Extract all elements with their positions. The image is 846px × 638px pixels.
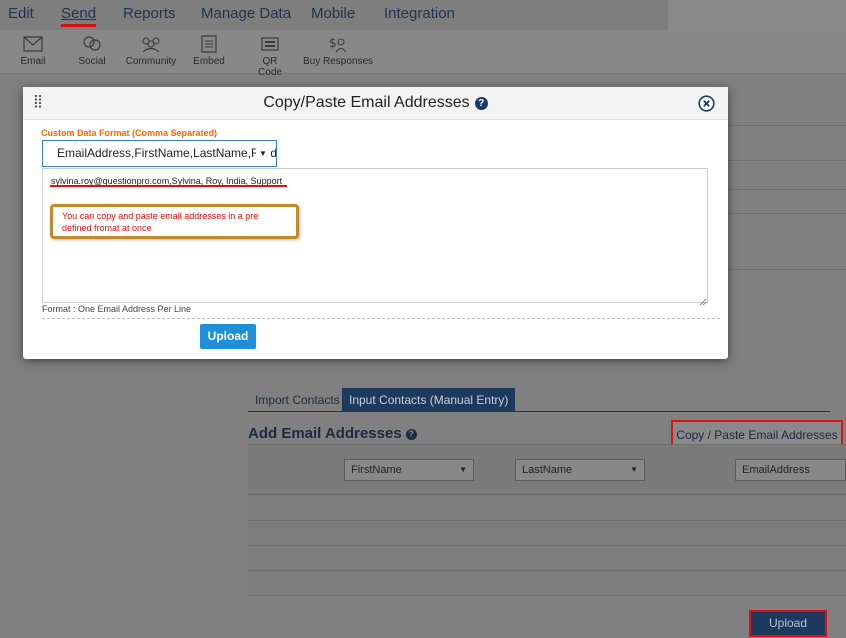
send-subnav: Email Social Community Embed QR Code $ B… [0, 30, 846, 78]
column-select-lastname-value: LastName [522, 464, 573, 476]
subnav-social[interactable]: Social [74, 34, 110, 67]
divider [728, 125, 846, 126]
subnav-qr-code-label: QR Code [258, 56, 282, 78]
resize-handle-icon[interactable] [699, 293, 707, 306]
subnav-embed[interactable]: Embed [193, 34, 225, 67]
subnav-social-label: Social [78, 56, 106, 67]
subnav-buy-responses-label: Buy Responses [302, 56, 374, 67]
subnav-email-label: Email [20, 56, 46, 67]
nav-send[interactable]: Send [61, 5, 97, 27]
help-icon[interactable]: ? [405, 428, 417, 440]
column-select-lastname[interactable]: LastName ▼ [515, 459, 645, 481]
column-select-emailaddress[interactable]: EmailAddress [735, 459, 846, 481]
column-select-firstname-value: FirstName [351, 464, 402, 476]
email-entry-grid: FirstName ▼ LastName ▼ EmailAddress [248, 444, 846, 596]
divider [728, 189, 846, 190]
subnav-buy-responses[interactable]: $ Buy Responses [302, 34, 374, 67]
envelope-icon [22, 34, 44, 54]
subnav-qr-code[interactable]: QR Code [250, 34, 290, 78]
chevron-down-icon: ▼ [630, 465, 638, 474]
nav-mobile[interactable]: Mobile [311, 5, 355, 22]
table-row[interactable] [248, 521, 846, 546]
svg-text:$: $ [329, 36, 337, 50]
social-icon [81, 34, 103, 54]
custom-data-format-value: EmailAddress,FirstName,LastName,Field [57, 146, 277, 160]
add-email-addresses-title: Add Email Addresses? [248, 425, 417, 442]
column-select-emailaddress-value: EmailAddress [742, 464, 810, 476]
modal-title: Copy/Paste Email Addresses? [23, 94, 728, 112]
grid-header: FirstName ▼ LastName ▼ EmailAddress [248, 445, 846, 495]
format-hint: Format : One Email Address Per Line [42, 304, 192, 314]
modal-upload-button[interactable]: Upload [200, 324, 256, 349]
close-icon[interactable] [698, 95, 715, 112]
nav-reports[interactable]: Reports [123, 5, 176, 22]
modal-title-text: Copy/Paste Email Addresses [263, 94, 470, 111]
chevron-down-icon: ▼ [256, 141, 270, 166]
nav-integration[interactable]: Integration [384, 5, 455, 22]
help-icon[interactable]: ? [474, 97, 488, 110]
copy-paste-modal: Copy/Paste Email Addresses? Custom Data … [23, 87, 728, 359]
contact-tabs: Import Contacts Input Contacts (Manual E… [248, 386, 830, 412]
embed-icon [198, 34, 220, 54]
tab-import-contacts[interactable]: Import Contacts [248, 388, 347, 412]
table-row[interactable] [248, 571, 846, 596]
top-navigation: Edit Send Reports Manage Data Mobile Int… [0, 0, 846, 30]
modal-header: Copy/Paste Email Addresses? [23, 87, 728, 120]
nav-manage-data[interactable]: Manage Data [201, 5, 291, 22]
subnav-email[interactable]: Email [18, 34, 48, 67]
divider [728, 269, 846, 270]
qr-code-icon [259, 34, 281, 54]
divider [42, 318, 720, 319]
instruction-callout: You can copy and paste email addresses i… [50, 204, 299, 239]
chevron-down-icon: ▼ [459, 465, 467, 474]
add-email-addresses-title-text: Add Email Addresses [248, 425, 402, 442]
table-row[interactable] [248, 496, 846, 521]
divider [728, 213, 846, 214]
custom-data-format-label: Custom Data Format (Comma Separated) [41, 128, 218, 138]
highlight-underline [50, 185, 287, 187]
custom-data-format-select[interactable]: EmailAddress,FirstName,LastName,Field ▼ [42, 140, 277, 167]
divider [728, 160, 846, 161]
community-icon [140, 34, 162, 54]
subnav-community-label: Community [125, 56, 177, 67]
subnav-embed-label: Embed [193, 56, 225, 67]
table-row[interactable] [248, 546, 846, 571]
top-navigation-right-area [668, 0, 846, 30]
nav-edit[interactable]: Edit [8, 5, 34, 22]
subnav-community[interactable]: Community [123, 34, 179, 67]
column-select-firstname[interactable]: FirstName ▼ [344, 459, 474, 481]
tab-input-contacts-manual[interactable]: Input Contacts (Manual Entry) [342, 388, 516, 412]
upload-button[interactable]: Upload [749, 610, 827, 637]
buy-responses-icon: $ [327, 34, 349, 54]
